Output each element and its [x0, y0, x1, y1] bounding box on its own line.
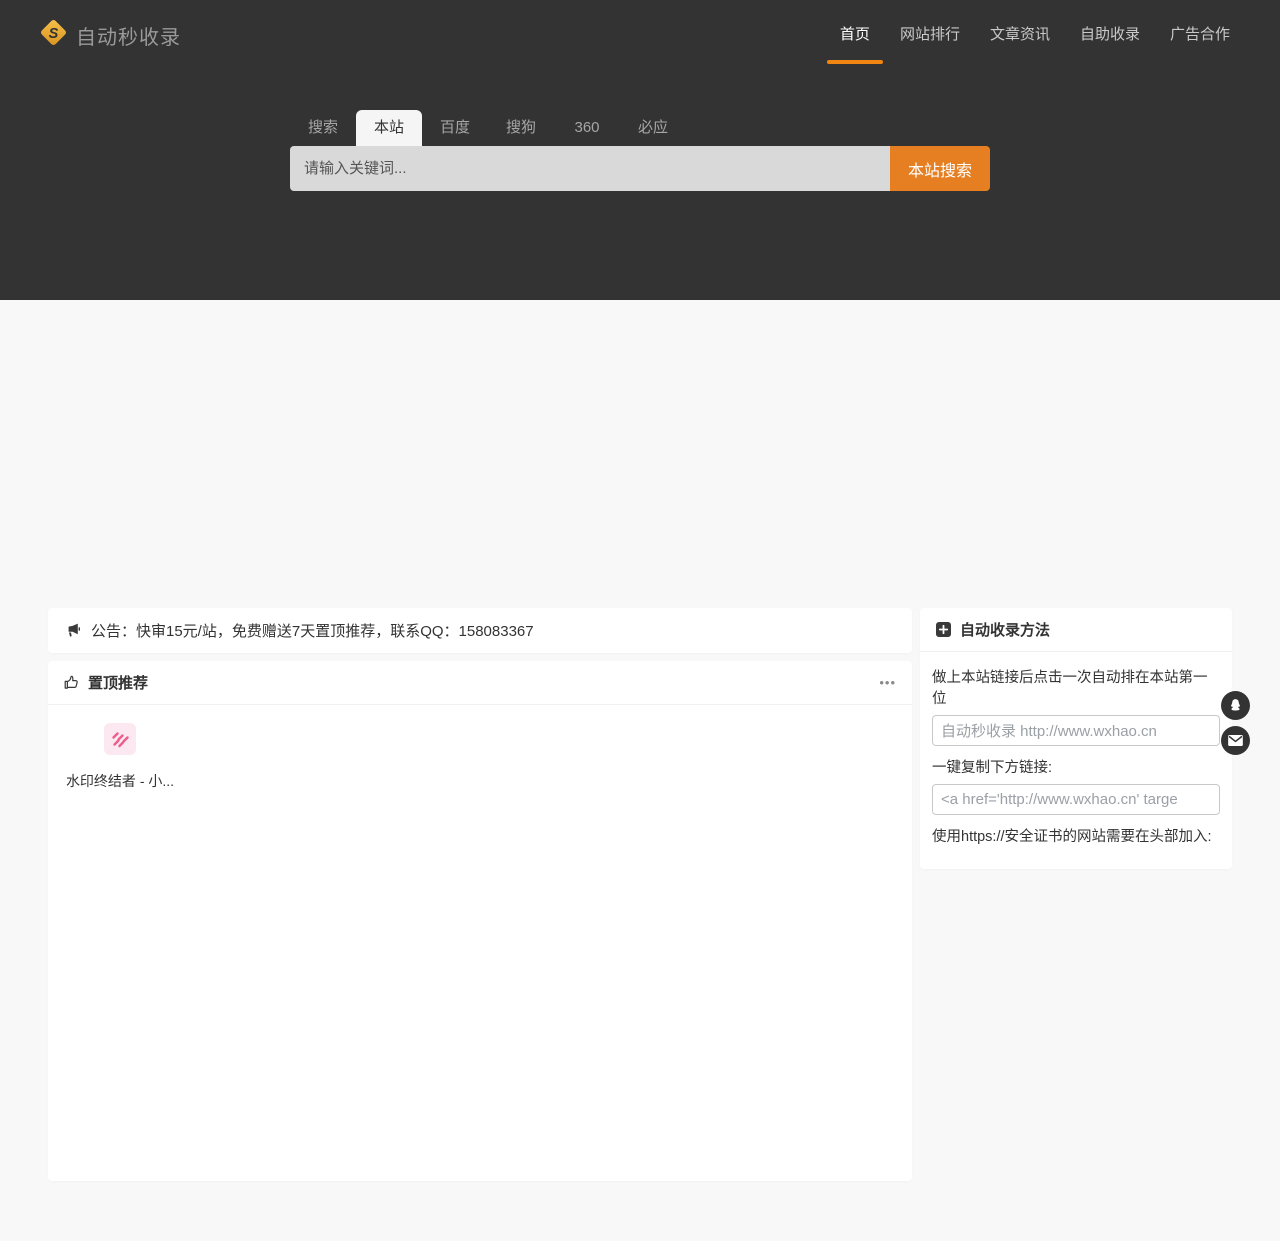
auto-include-card: 自动收录方法 做上本站链接后点击一次自动排在本站第一位 一键复制下方链接: 使用… [920, 608, 1232, 869]
site-item[interactable]: 水印终结者 - 小... [64, 723, 176, 791]
main-nav: 首页 网站排行 文章资讯 自助收录 广告合作 [840, 0, 1230, 70]
nav-item-site-ranking[interactable]: 网站排行 [900, 0, 960, 70]
logo-text: 自动秒收录 [76, 21, 181, 50]
announcement-bar: 公告：快审15元/站，免费赠送7天置顶推荐，联系QQ：158083367 [48, 608, 912, 653]
more-icon[interactable]: ••• [879, 676, 896, 689]
auto-include-instruction-2: 一键复制下方链接: [932, 756, 1220, 777]
hero-section: S 自动秒收录 首页 网站排行 文章资讯 自助收录 广告合作 搜索 本站 百度 … [0, 0, 1280, 300]
tab-sogou[interactable]: 搜狗 [488, 110, 554, 146]
logo-icon: S [38, 17, 69, 53]
tab-bing[interactable]: 必应 [620, 110, 686, 146]
email-contact-button[interactable] [1221, 726, 1250, 755]
tab-360[interactable]: 360 [554, 110, 620, 146]
auto-include-instruction-1: 做上本站链接后点击一次自动排在本站第一位 [932, 666, 1220, 708]
envelope-icon [1228, 735, 1243, 746]
plus-square-icon [936, 622, 951, 637]
auto-include-title: 自动收录方法 [960, 619, 1050, 640]
floating-buttons [1221, 691, 1250, 755]
top-navigation-bar: S 自动秒收录 首页 网站排行 文章资讯 自助收录 广告合作 [0, 0, 1280, 70]
auto-include-instruction-3: 使用https://安全证书的网站需要在头部加入: [932, 825, 1220, 846]
megaphone-icon [64, 623, 80, 638]
thumbs-up-icon [64, 675, 79, 690]
nav-item-self-submit[interactable]: 自助收录 [1080, 0, 1140, 70]
main-content: 公告：快审15元/站，免费赠送7天置顶推荐，联系QQ：158083367 置顶推… [48, 608, 1232, 1241]
top-recommend-header: 置顶推荐 ••• [48, 661, 912, 705]
site-title: 水印终结者 - 小... [66, 771, 174, 791]
top-recommend-card: 置顶推荐 ••• 水印终结者 - 小... [48, 661, 912, 1181]
tab-search-label[interactable]: 搜索 [290, 110, 356, 146]
search-engine-tabs: 搜索 本站 百度 搜狗 360 必应 [290, 110, 990, 146]
announcement-text: 公告：快审15元/站，免费赠送7天置顶推荐，联系QQ：158083367 [91, 620, 534, 641]
nav-item-articles[interactable]: 文章资讯 [990, 0, 1050, 70]
site-favicon [104, 723, 136, 755]
top-recommend-body: 水印终结者 - 小... [48, 705, 912, 809]
tab-this-site[interactable]: 本站 [356, 110, 422, 146]
search-bar: 本站搜索 [290, 146, 990, 191]
svg-text:S: S [49, 26, 59, 42]
logo[interactable]: S 自动秒收录 [38, 17, 181, 53]
nav-item-ad-cooperation[interactable]: 广告合作 [1170, 0, 1230, 70]
nav-item-home[interactable]: 首页 [840, 0, 870, 70]
search-button[interactable]: 本站搜索 [890, 146, 990, 191]
search-area: 搜索 本站 百度 搜狗 360 必应 本站搜索 [290, 110, 990, 191]
auto-include-header: 自动收录方法 [920, 608, 1232, 652]
left-column: 公告：快审15元/站，免费赠送7天置顶推荐，联系QQ：158083367 置顶推… [48, 608, 912, 1181]
auto-include-body: 做上本站链接后点击一次自动排在本站第一位 一键复制下方链接: 使用https:/… [920, 652, 1232, 869]
qq-penguin-icon [1228, 698, 1243, 714]
search-input[interactable] [290, 146, 890, 191]
top-recommend-title: 置顶推荐 [88, 672, 148, 693]
site-link-input[interactable] [932, 715, 1220, 746]
qq-contact-button[interactable] [1221, 691, 1250, 720]
tab-baidu[interactable]: 百度 [422, 110, 488, 146]
right-column: 自动收录方法 做上本站链接后点击一次自动排在本站第一位 一键复制下方链接: 使用… [920, 608, 1232, 869]
